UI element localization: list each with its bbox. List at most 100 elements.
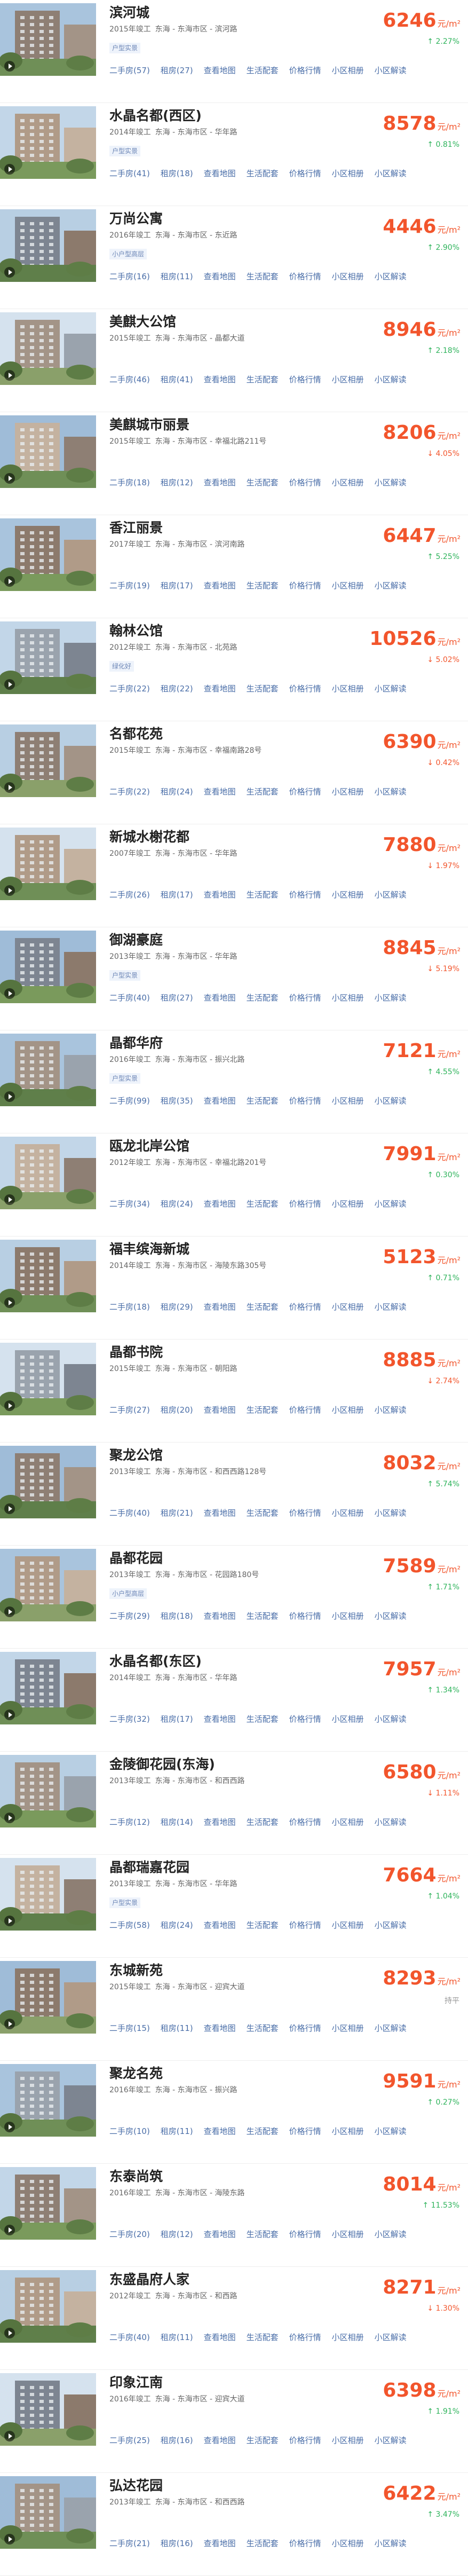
community-photo[interactable] [0, 1755, 96, 1827]
community-name[interactable]: 滨河城 [109, 2, 149, 21]
link-map[interactable]: 查看地图 [204, 2331, 236, 2343]
link-album[interactable]: 小区相册 [332, 1713, 364, 1724]
play-icon[interactable] [4, 885, 15, 896]
link-rent[interactable]: 租房(20) [161, 1404, 193, 1415]
link-album[interactable]: 小区相册 [332, 683, 364, 694]
link-rent[interactable]: 租房(22) [161, 683, 193, 694]
link-analysis[interactable]: 小区解读 [375, 374, 407, 385]
community-photo[interactable] [0, 312, 96, 385]
link-ershou[interactable]: 二手房(15) [109, 2022, 150, 2034]
link-album[interactable]: 小区相册 [332, 2125, 364, 2137]
community-photo[interactable] [0, 1343, 96, 1415]
community-item[interactable]: 翰林公馆 2012年竣工 东海 - 东海市区 - 北苑路 绿化好 二手房(22) 租房(2… [0, 618, 468, 721]
link-ershou[interactable]: 二手房(40) [109, 992, 150, 1003]
community-photo[interactable] [0, 2270, 96, 2343]
link-analysis[interactable]: 小区解读 [375, 1816, 407, 1827]
link-map[interactable]: 查看地图 [204, 1919, 236, 1931]
link-ershou[interactable]: 二手房(34) [109, 1198, 150, 1209]
community-photo[interactable] [0, 1240, 96, 1312]
link-analysis[interactable]: 小区解读 [375, 1507, 407, 1518]
community-item[interactable]: 香江丽景 2017年竣工 东海 - 东海市区 - 滨河南路 二手房(19) 租房(17)… [0, 515, 468, 618]
play-icon[interactable] [4, 2225, 15, 2235]
link-ershou[interactable]: 二手房(32) [109, 1713, 150, 1724]
link-amenities[interactable]: 生活配套 [247, 1610, 279, 1621]
link-rent[interactable]: 租房(12) [161, 477, 193, 488]
link-amenities[interactable]: 生活配套 [247, 2125, 279, 2137]
play-icon[interactable] [4, 61, 15, 72]
link-ershou[interactable]: 二手房(40) [109, 1507, 150, 1518]
link-map[interactable]: 查看地图 [204, 2435, 236, 2446]
play-icon[interactable] [4, 267, 15, 278]
link-album[interactable]: 小区相册 [332, 2538, 364, 2549]
link-price-trend[interactable]: 价格行情 [289, 2125, 321, 2137]
community-name[interactable]: 晶都书院 [109, 1342, 163, 1361]
link-album[interactable]: 小区相册 [332, 580, 364, 591]
link-amenities[interactable]: 生活配套 [247, 271, 279, 282]
link-analysis[interactable]: 小区解读 [375, 2435, 407, 2446]
community-item[interactable]: 聚龙名苑 2016年竣工 东海 - 东海市区 - 振兴路 二手房(10) 租房(11) 查… [0, 2061, 468, 2164]
community-item[interactable]: 弘达花园 2013年竣工 东海 - 东海市区 - 和西西路 二手房(21) 租房(16)… [0, 2473, 468, 2576]
link-amenities[interactable]: 生活配套 [247, 374, 279, 385]
link-map[interactable]: 查看地图 [204, 889, 236, 900]
community-item[interactable]: 晶都花园 2013年竣工 东海 - 东海市区 - 花园路180号 小户型高层 二手房(2… [0, 1546, 468, 1649]
community-photo[interactable] [0, 3, 96, 76]
link-price-trend[interactable]: 价格行情 [289, 168, 321, 179]
link-map[interactable]: 查看地图 [204, 65, 236, 76]
link-amenities[interactable]: 生活配套 [247, 1301, 279, 1312]
play-icon[interactable] [4, 2019, 15, 2029]
link-price-trend[interactable]: 价格行情 [289, 374, 321, 385]
link-ershou[interactable]: 二手房(29) [109, 1610, 150, 1621]
link-amenities[interactable]: 生活配套 [247, 1507, 279, 1518]
link-map[interactable]: 查看地图 [204, 271, 236, 282]
link-album[interactable]: 小区相册 [332, 477, 364, 488]
link-album[interactable]: 小区相册 [332, 992, 364, 1003]
link-ershou[interactable]: 二手房(20) [109, 2228, 150, 2240]
play-icon[interactable] [4, 1606, 15, 1617]
link-album[interactable]: 小区相册 [332, 1404, 364, 1415]
link-map[interactable]: 查看地图 [204, 2125, 236, 2137]
link-album[interactable]: 小区相册 [332, 1816, 364, 1827]
link-analysis[interactable]: 小区解读 [375, 1713, 407, 1724]
link-analysis[interactable]: 小区解读 [375, 786, 407, 797]
link-amenities[interactable]: 生活配套 [247, 992, 279, 1003]
community-item[interactable]: 晶都华府 2016年竣工 东海 - 东海市区 - 振兴北路 户型实景 二手房(99) 租房… [0, 1030, 468, 1133]
community-photo[interactable] [0, 1446, 96, 1518]
community-item[interactable]: 美麒城市丽景 2015年竣工 东海 - 东海市区 - 幸福北路211号 二手房(18)… [0, 412, 468, 515]
link-price-trend[interactable]: 价格行情 [289, 2022, 321, 2034]
link-album[interactable]: 小区相册 [332, 1095, 364, 1106]
community-photo[interactable] [0, 1961, 96, 2034]
link-amenities[interactable]: 生活配套 [247, 65, 279, 76]
link-album[interactable]: 小区相册 [332, 65, 364, 76]
link-analysis[interactable]: 小区解读 [375, 477, 407, 488]
community-name[interactable]: 聚龙名苑 [109, 2063, 163, 2082]
link-amenities[interactable]: 生活配套 [247, 2538, 279, 2549]
link-ershou[interactable]: 二手房(22) [109, 683, 150, 694]
link-album[interactable]: 小区相册 [332, 1301, 364, 1312]
link-rent[interactable]: 租房(24) [161, 1919, 193, 1931]
community-item[interactable]: 晶都书院 2015年竣工 东海 - 东海市区 - 朝阳路 二手房(27) 租房(20) 查… [0, 1340, 468, 1443]
link-map[interactable]: 查看地图 [204, 786, 236, 797]
community-item[interactable]: 水晶名都(西区) 2014年竣工 东海 - 东海市区 - 华年路 户型实景 二手房(41… [0, 103, 468, 206]
link-ershou[interactable]: 二手房(58) [109, 1919, 150, 1931]
play-icon[interactable] [4, 1813, 15, 1823]
link-price-trend[interactable]: 价格行情 [289, 1610, 321, 1621]
link-map[interactable]: 查看地图 [204, 580, 236, 591]
community-item[interactable]: 万尚公寓 2016年竣工 东海 - 东海市区 - 东近路 小户型高层 二手房(16) 租房… [0, 206, 468, 309]
link-rent[interactable]: 租房(16) [161, 2435, 193, 2446]
link-rent[interactable]: 租房(17) [161, 1713, 193, 1724]
link-ershou[interactable]: 二手房(57) [109, 65, 150, 76]
link-analysis[interactable]: 小区解读 [375, 889, 407, 900]
community-photo[interactable] [0, 415, 96, 488]
link-map[interactable]: 查看地图 [204, 1095, 236, 1106]
link-rent[interactable]: 租房(17) [161, 580, 193, 591]
link-price-trend[interactable]: 价格行情 [289, 1713, 321, 1724]
play-icon[interactable] [4, 679, 15, 690]
community-name[interactable]: 印象江南 [109, 2372, 163, 2391]
link-album[interactable]: 小区相册 [332, 374, 364, 385]
link-amenities[interactable]: 生活配套 [247, 1198, 279, 1209]
link-rent[interactable]: 租房(11) [161, 2022, 193, 2034]
play-icon[interactable] [4, 1916, 15, 1926]
link-price-trend[interactable]: 价格行情 [289, 1301, 321, 1312]
community-item[interactable]: 东盛晶府人家 2012年竣工 东海 - 东海市区 - 和西路 二手房(40) 租房(11… [0, 2267, 468, 2370]
link-analysis[interactable]: 小区解读 [375, 65, 407, 76]
